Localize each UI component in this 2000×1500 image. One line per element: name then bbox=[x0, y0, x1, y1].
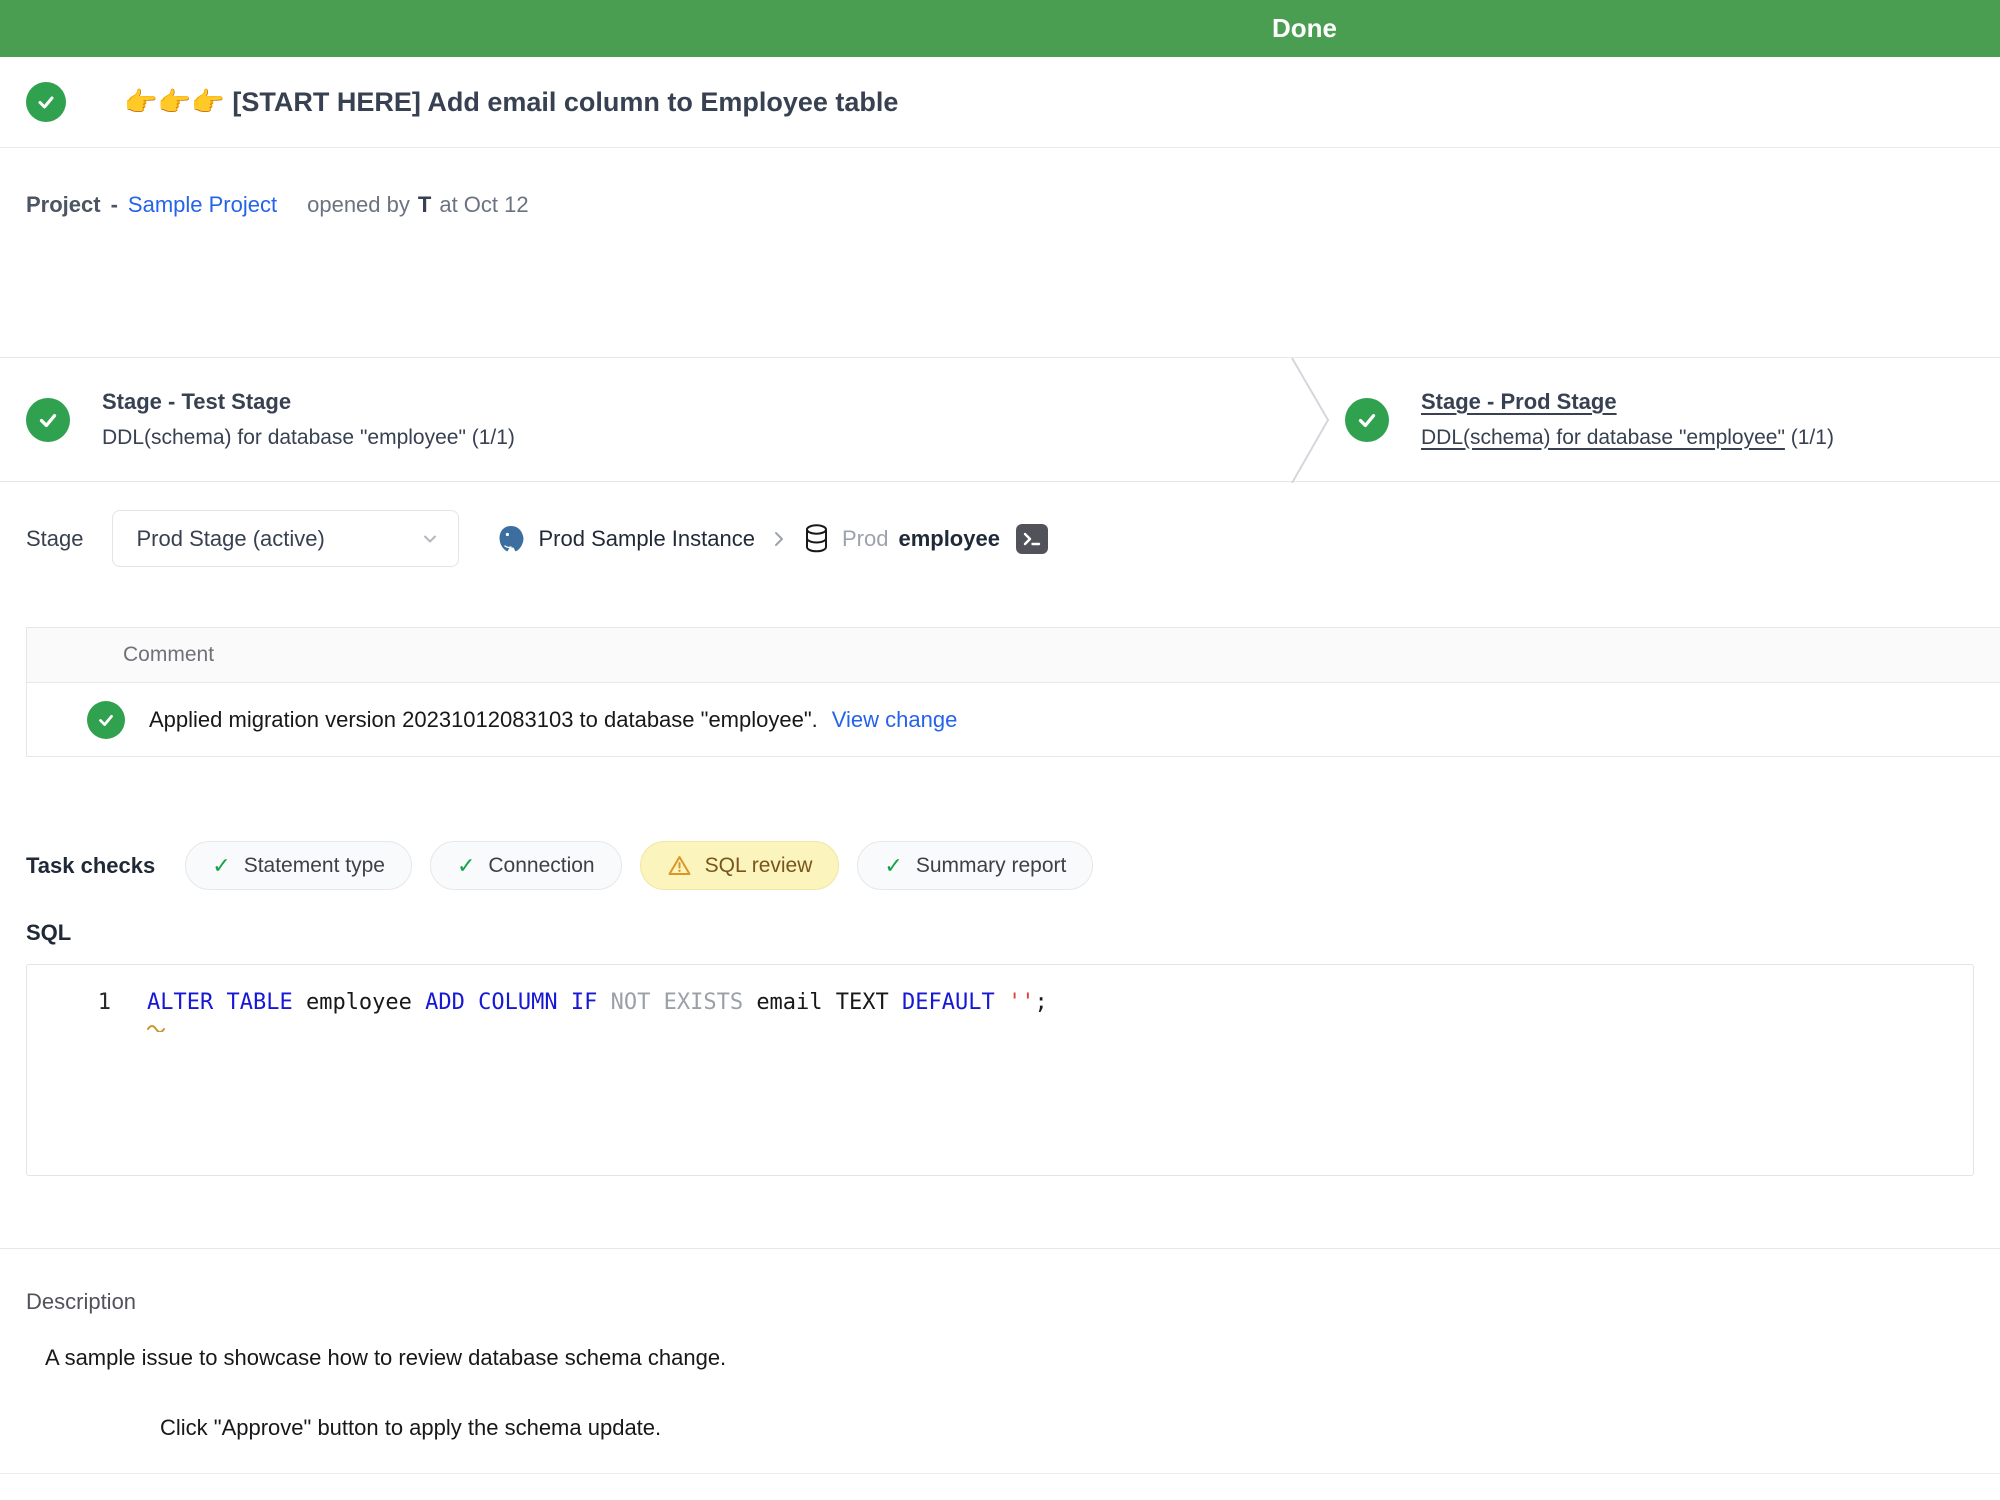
stage-card-prod[interactable]: Stage - Prod Stage DDL(schema) for datab… bbox=[1345, 358, 1834, 481]
description-line-2: Click "Approve" button to apply the sche… bbox=[160, 1415, 2000, 1441]
line-number: 1 bbox=[27, 987, 111, 1019]
stage-card-test[interactable]: Stage - Test Stage DDL(schema) for datab… bbox=[26, 358, 515, 481]
comment-row: Applied migration version 20231012083103… bbox=[27, 683, 2000, 756]
status-banner-label: Done bbox=[1272, 0, 1337, 57]
issue-done-check-icon bbox=[26, 82, 66, 122]
task-check-label: Summary report bbox=[916, 854, 1067, 878]
task-check-sql-review[interactable]: SQL review bbox=[640, 841, 840, 890]
check-icon: ✓ bbox=[457, 853, 475, 879]
sql-editor[interactable]: 1 ALTER TABLE employee ADD COLUMN IF NOT… bbox=[26, 964, 1974, 1176]
warning-triangle-icon bbox=[667, 854, 692, 877]
opened-by-label: opened by bbox=[307, 190, 410, 220]
task-check-label: Connection bbox=[488, 854, 594, 878]
sql-warning-squiggle-icon bbox=[147, 1019, 1973, 1031]
task-check-label: SQL review bbox=[705, 854, 813, 878]
instance-name-link[interactable]: Prod Sample Instance bbox=[539, 526, 755, 552]
comment-header-label: Comment bbox=[123, 643, 214, 667]
stage-selector-label: Stage bbox=[26, 510, 84, 567]
comment-success-check-icon bbox=[87, 701, 125, 739]
description-line-1: A sample issue to showcase how to review… bbox=[45, 1345, 2000, 1371]
database-name-link[interactable]: employee bbox=[898, 526, 1000, 552]
status-banner: Done bbox=[0, 0, 2000, 57]
sql-section-label: SQL bbox=[26, 920, 2000, 946]
comment-table-header: Comment bbox=[27, 628, 2000, 683]
description-label: Description bbox=[26, 1289, 2000, 1315]
sql-editor-terminal-button[interactable] bbox=[1016, 524, 1048, 554]
chevron-down-icon bbox=[420, 529, 440, 549]
check-icon: ✓ bbox=[212, 853, 230, 879]
stage-prod-title: Stage - Prod Stage bbox=[1421, 387, 1834, 417]
stage-prod-check-icon bbox=[1345, 398, 1389, 442]
comment-table: Comment Applied migration version 202310… bbox=[26, 627, 2000, 757]
database-breadcrumb: Prod Sample Instance Prod employee bbox=[495, 510, 1048, 567]
task-checks-row: Task checks ✓ Statement type ✓ Connectio… bbox=[26, 841, 2000, 890]
stage-separator-chevron-icon bbox=[1288, 358, 1332, 483]
creator-name[interactable]: T bbox=[418, 190, 431, 220]
database-icon bbox=[803, 523, 830, 554]
task-check-label: Statement type bbox=[244, 854, 385, 878]
task-check-statement-type[interactable]: ✓ Statement type bbox=[185, 841, 412, 890]
issue-title-row: 👉👉👉 [START HERE] Add email column to Emp… bbox=[0, 57, 2000, 148]
database-environment-label: Prod bbox=[842, 526, 888, 552]
project-row: Project - Sample Project opened by T at … bbox=[0, 148, 2000, 357]
project-label: Project bbox=[26, 190, 101, 220]
view-change-link[interactable]: View change bbox=[832, 707, 958, 733]
bottom-divider bbox=[0, 1473, 2000, 1474]
stage-prod-subtitle-link[interactable]: DDL(schema) for database "employee" bbox=[1421, 426, 1785, 449]
stage-strip: Stage - Test Stage DDL(schema) for datab… bbox=[0, 357, 2000, 482]
postgresql-icon bbox=[495, 523, 527, 555]
terminal-icon bbox=[1020, 528, 1044, 550]
comment-message: Applied migration version 20231012083103… bbox=[149, 707, 818, 733]
stage-selector-row: Stage Prod Stage (active) Prod Sample In… bbox=[0, 482, 2000, 627]
stage-test-check-icon bbox=[26, 398, 70, 442]
page-title: 👉👉👉 [START HERE] Add email column to Emp… bbox=[124, 86, 898, 118]
section-divider bbox=[0, 1248, 2000, 1249]
chevron-right-icon bbox=[769, 527, 789, 551]
stage-test-title: Stage - Test Stage bbox=[102, 387, 515, 417]
sql-statement: ALTER TABLE employee ADD COLUMN IF NOT E… bbox=[147, 987, 1048, 1019]
sql-code-line: 1 ALTER TABLE employee ADD COLUMN IF NOT… bbox=[27, 987, 1973, 1019]
project-name-link[interactable]: Sample Project bbox=[128, 190, 277, 220]
task-check-connection[interactable]: ✓ Connection bbox=[430, 841, 622, 890]
check-icon: ✓ bbox=[884, 853, 902, 879]
task-checks-label: Task checks bbox=[26, 853, 155, 879]
stage-test-subtitle: DDL(schema) for database "employee" (1/1… bbox=[102, 423, 515, 453]
opened-at-label: at Oct 12 bbox=[439, 190, 528, 220]
task-check-summary-report[interactable]: ✓ Summary report bbox=[857, 841, 1093, 890]
stage-prod-subtitle-count: (1/1) bbox=[1785, 426, 1834, 449]
stage-select-value: Prod Stage (active) bbox=[137, 526, 325, 552]
project-separator: - bbox=[111, 190, 118, 220]
stage-select-dropdown[interactable]: Prod Stage (active) bbox=[112, 510, 459, 567]
